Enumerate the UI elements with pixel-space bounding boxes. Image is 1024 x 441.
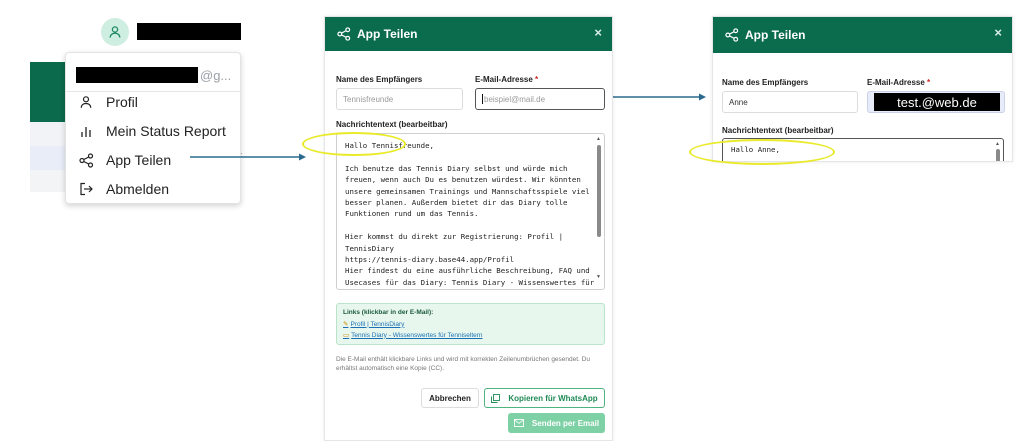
link-text: Tennis Diary - Wissenswertes für Tennise… [351, 331, 483, 339]
dialog-header: App Teilen × [713, 17, 1012, 53]
email-label: E-Mail-Adresse * [475, 75, 538, 84]
scrollbar-thumb[interactable] [597, 145, 601, 237]
recipient-input[interactable]: Tennisfreunde [336, 88, 463, 110]
pencil-icon: ✎ [343, 321, 349, 328]
email-label-text: E-Mail-Adresse [867, 78, 925, 87]
recipient-label: Name des Empfängers [722, 78, 809, 87]
cancel-button[interactable]: Abbrechen [421, 388, 479, 408]
arrow-to-filled-dialog [612, 93, 706, 101]
email-input[interactable]: test.@web.de [867, 91, 1005, 113]
recipient-input[interactable]: Anne [722, 91, 858, 113]
whatsapp-button-label: Kopieren für WhatsApp [508, 393, 598, 403]
link-text: Profil | TennisDiary [350, 320, 405, 328]
copy-whatsapp-button[interactable]: Kopieren für WhatsApp [484, 388, 605, 408]
email-note: Die E-Mail enthält klickbare Links und w… [336, 356, 590, 372]
email-label: E-Mail-Adresse * [867, 78, 930, 87]
scrollbar[interactable]: ▲ ▼ [595, 135, 603, 288]
links-title: Links (klickbar in der E-Mail): [343, 309, 434, 316]
required-mark: * [927, 78, 931, 87]
scrollbar-thumb[interactable] [996, 149, 1000, 161]
copy-icon [491, 393, 501, 403]
share-icon [337, 27, 351, 41]
message-text: Hallo Tennisfreunde, Ich benutze das Ten… [345, 141, 595, 287]
close-icon[interactable]: × [594, 26, 602, 40]
email-value: test.@web.de [874, 93, 1000, 111]
dialog-header: App Teilen × [325, 17, 612, 51]
required-mark: * [535, 75, 539, 84]
links-box: Links (klickbar in der E-Mail): ✎ Profil … [336, 303, 605, 345]
scrollbar[interactable]: ▲ [994, 140, 1002, 161]
message-textarea[interactable]: Hallo Tennisfreunde, Ich benutze das Ten… [336, 133, 605, 290]
scroll-up-icon[interactable]: ▲ [596, 136, 601, 142]
send-button-label: Senden per Email [531, 418, 600, 428]
mail-icon [513, 419, 524, 427]
scroll-down-icon[interactable]: ▼ [596, 274, 601, 280]
scroll-up-icon[interactable]: ▲ [995, 141, 1000, 147]
recipient-label: Name des Empfängers [336, 75, 423, 84]
send-email-button[interactable]: Senden per Email [508, 413, 605, 433]
dialog-title: App Teilen [357, 27, 418, 41]
arrow-to-dialog [190, 153, 306, 161]
dialog-title: App Teilen [745, 28, 806, 42]
highlight-ellipse [689, 139, 835, 165]
close-icon[interactable]: × [994, 26, 1002, 40]
email-placeholder: beispiel@mail.de [484, 94, 546, 104]
text-cursor [482, 94, 483, 104]
link-profil[interactable]: ✎ Profil | TennisDiary [343, 320, 598, 329]
email-label-text: E-Mail-Adresse [475, 75, 533, 84]
book-icon: ▭ [343, 332, 350, 339]
message-label: Nachrichtentext (bearbeitbar) [722, 126, 834, 135]
link-wissenswertes[interactable]: ▭ Tennis Diary - Wissenswertes für Tennis… [343, 331, 598, 340]
share-dialog: App Teilen × Name des Empfängers E-Mail-… [324, 16, 613, 441]
message-label: Nachrichtentext (bearbeitbar) [336, 120, 448, 129]
email-input[interactable]: beispiel@mail.de [475, 88, 605, 110]
highlight-ellipse [302, 132, 406, 156]
share-icon [725, 28, 739, 42]
